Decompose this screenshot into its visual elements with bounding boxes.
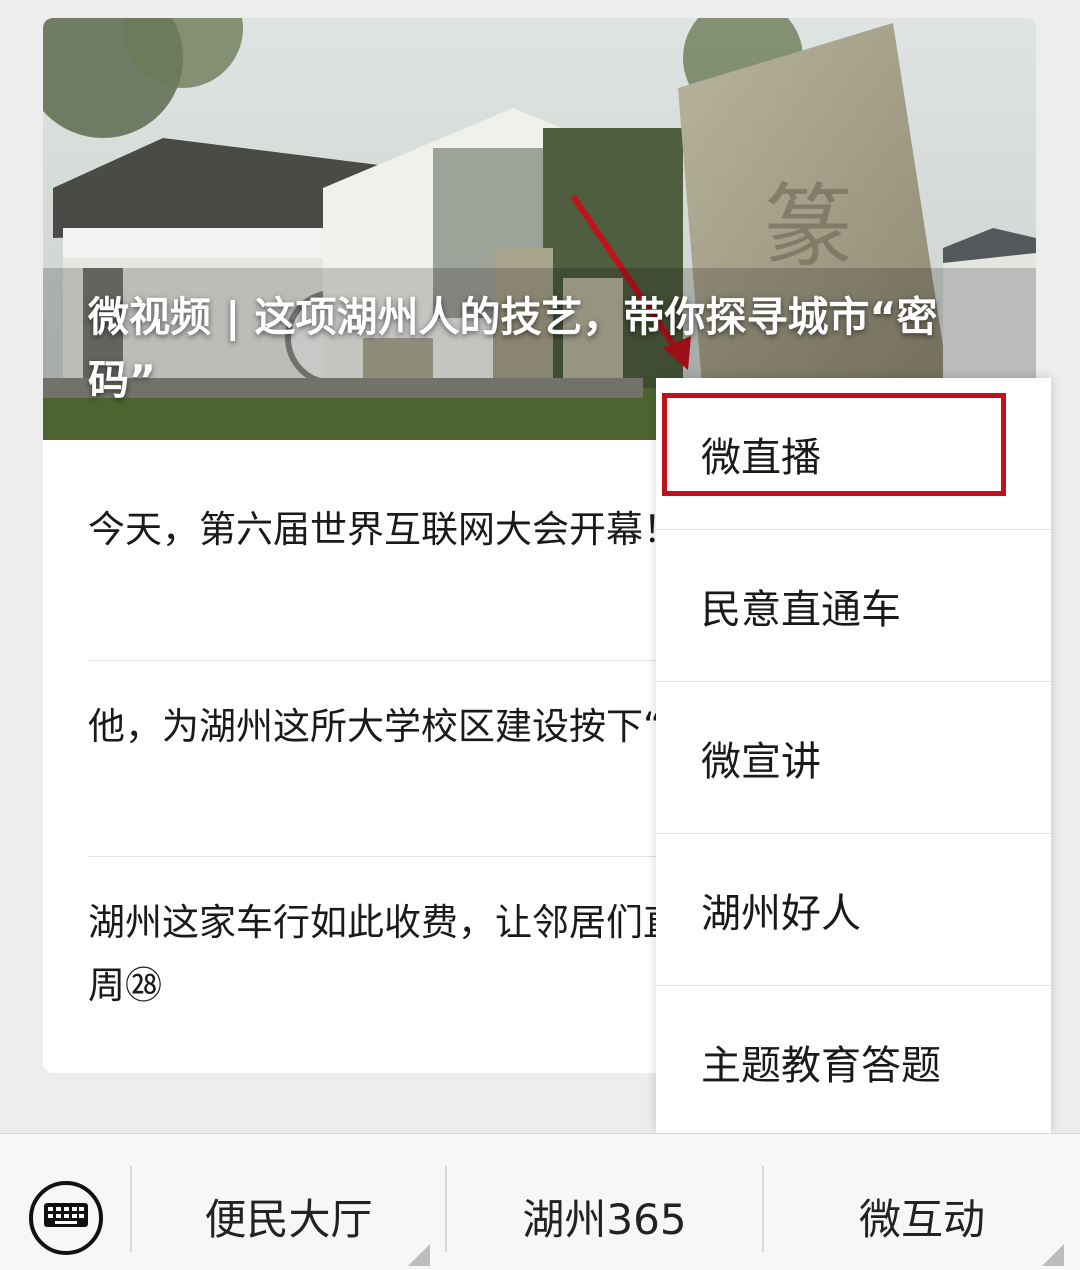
menu-item-quiz[interactable]: 主题教育答题: [656, 986, 1051, 1137]
submenu-indicator-icon: [1042, 1244, 1064, 1266]
tab-huzhou-365[interactable]: 湖州365: [447, 1181, 762, 1251]
menu-item-public-opinion[interactable]: 民意直通车: [656, 530, 1051, 681]
menu-item-good-people[interactable]: 湖州好人: [656, 834, 1051, 985]
menu-item-label: 民意直通车: [701, 586, 901, 633]
keyboard-icon: [44, 1203, 88, 1227]
submenu-indicator-icon: [408, 1244, 430, 1266]
cover-image-article[interactable]: 篆 微视频 | 这项湖州人的技艺，带你探寻城市“密码”: [43, 18, 1036, 440]
svg-text:篆: 篆: [763, 175, 853, 280]
bottom-menu-bar: 便民大厅 湖州365 微互动: [0, 1133, 1080, 1270]
menu-item-lecture[interactable]: 微宣讲: [656, 682, 1051, 833]
tab-micro-interaction[interactable]: 微互动: [764, 1181, 1080, 1251]
keyboard-toggle-button[interactable]: [29, 1181, 103, 1255]
menu-item-label: 湖州好人: [701, 890, 861, 937]
menu-item-label: 微宣讲: [701, 738, 821, 785]
tab-convenience-hall[interactable]: 便民大厅: [132, 1181, 445, 1251]
menu-item-label: 主题教育答题: [701, 1042, 941, 1089]
highlight-box: [662, 393, 1006, 496]
